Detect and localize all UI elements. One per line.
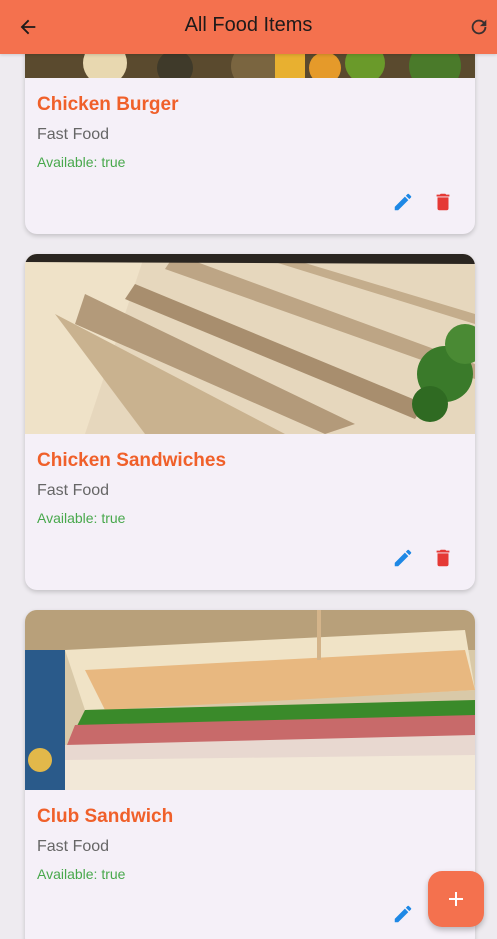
food-name: Chicken Burger <box>37 94 179 115</box>
food-category: Fast Food <box>37 482 110 499</box>
page-title: All Food Items <box>184 14 313 36</box>
food-item-list[interactable]: Chicken Burger Fast Food Available: true <box>0 0 497 939</box>
delete-button[interactable] <box>431 546 455 570</box>
food-card[interactable]: Chicken Sandwiches Fast Food Available: … <box>25 254 475 590</box>
delete-button[interactable] <box>431 190 455 214</box>
trash-icon <box>436 549 450 567</box>
edit-icon <box>394 193 412 211</box>
edit-button[interactable] <box>391 902 415 926</box>
food-category: Fast Food <box>37 126 110 143</box>
availability-status: Available: true <box>37 154 126 170</box>
availability-status: Available: true <box>37 510 126 526</box>
edit-icon <box>394 905 412 923</box>
trash-icon <box>436 193 450 211</box>
edit-icon <box>394 549 412 567</box>
food-image <box>25 610 475 790</box>
add-food-button[interactable] <box>428 871 484 927</box>
add-icon <box>449 892 463 906</box>
food-name: Club Sandwich <box>37 806 174 827</box>
food-category: Fast Food <box>37 838 110 855</box>
refresh-icon <box>471 19 487 35</box>
availability-status: Available: true <box>37 866 126 882</box>
food-name: Chicken Sandwiches <box>37 450 227 471</box>
food-image <box>25 254 475 434</box>
edit-button[interactable] <box>391 546 415 570</box>
food-card[interactable]: Club Sandwich Fast Food Available: true <box>25 610 475 939</box>
edit-button[interactable] <box>391 190 415 214</box>
refresh-button[interactable] <box>465 13 493 41</box>
app-bar: All Food Items <box>0 0 497 54</box>
